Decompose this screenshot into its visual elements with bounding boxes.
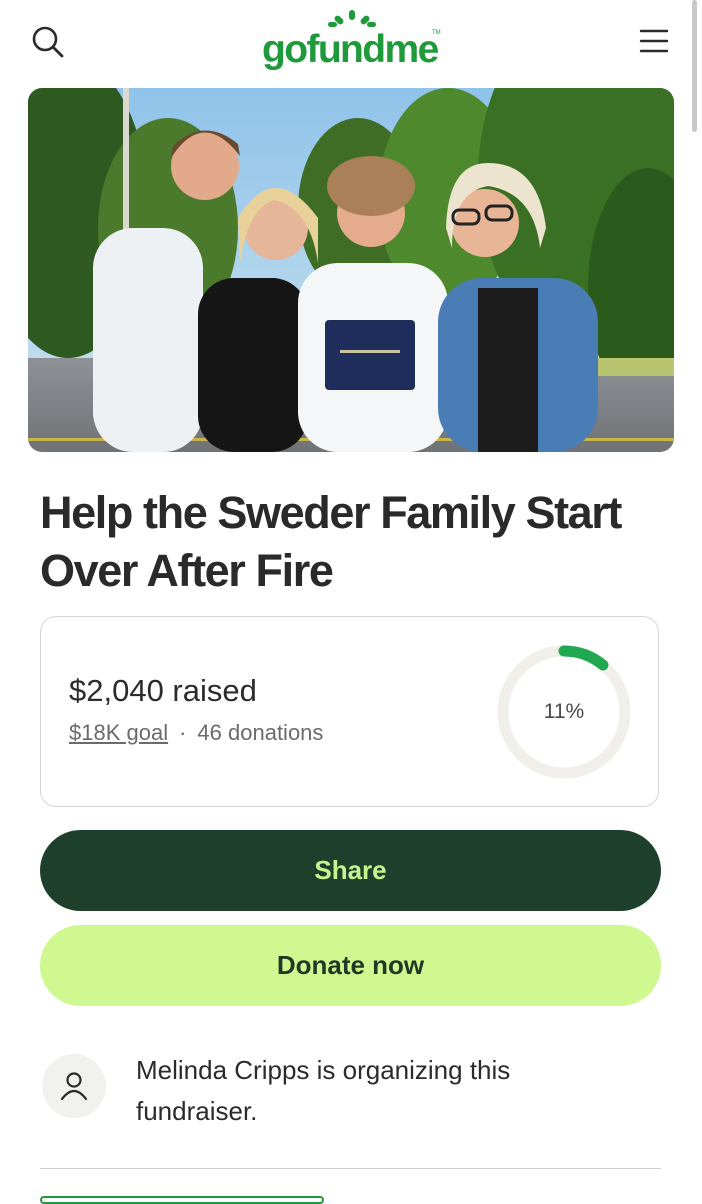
avatar xyxy=(42,1054,106,1118)
organizer-text: Melinda Cripps is organizing this fundra… xyxy=(136,1055,511,1126)
donation-progress-card: $2,040 raised $18K goal · 46 donations 11% xyxy=(40,616,659,807)
campaign-title: Help the Sweder Family Start Over After … xyxy=(40,487,622,596)
goal-and-donations: $18K goal · 46 donations xyxy=(69,720,323,746)
page-scrollbar[interactable] xyxy=(692,0,697,132)
donate-now-button[interactable]: Donate now xyxy=(40,925,661,1006)
menu-button[interactable] xyxy=(634,22,674,62)
share-button[interactable]: Share xyxy=(40,830,661,911)
hamburger-menu-icon xyxy=(639,29,669,53)
section-divider xyxy=(40,1168,661,1169)
goal-link[interactable]: $18K goal xyxy=(69,720,168,745)
family-photo xyxy=(28,88,674,452)
logo-trademark: TM xyxy=(432,30,441,36)
amount-raised: $2,040 raised xyxy=(69,673,257,708)
organizer-info: Melinda Cripps is organizing this fundra… xyxy=(40,1050,660,1126)
user-icon xyxy=(60,1072,88,1101)
donations-count: 46 donations xyxy=(197,720,324,745)
gofundme-logo[interactable]: gofundme TM xyxy=(262,8,442,72)
top-nav-bar: gofundme TM xyxy=(0,0,702,84)
progress-percent: 11% xyxy=(543,700,585,723)
campaign-hero-image xyxy=(28,88,674,452)
search-button[interactable] xyxy=(28,22,68,62)
logo-wordmark: gofundme xyxy=(262,28,439,71)
next-section-peek xyxy=(40,1196,324,1204)
search-icon xyxy=(32,26,64,58)
separator-dot: · xyxy=(179,720,187,745)
